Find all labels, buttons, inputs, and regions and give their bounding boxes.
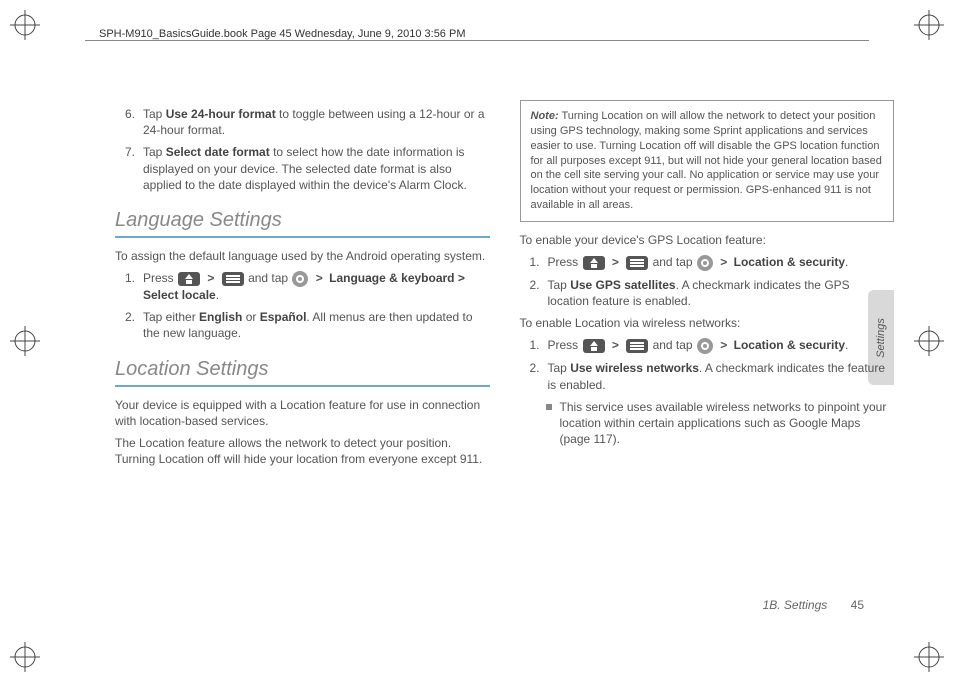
wireless-step-1: 1. Press > and tap > Location & security…	[530, 337, 895, 354]
footer-section: 1B. Settings	[763, 598, 828, 612]
step-number: 1.	[530, 337, 548, 354]
step-number: 2.	[530, 277, 548, 309]
ui-label: Select date format	[166, 145, 270, 159]
crop-mark-icon	[10, 10, 40, 40]
page-header: SPH-M910_BasicsGuide.book Page 45 Wednes…	[95, 28, 470, 40]
step-body: Tap Use 24-hour format to toggle between…	[143, 106, 490, 138]
left-column: 6. Tap Use 24-hour format to toggle betw…	[115, 100, 490, 622]
language-intro: To assign the default language used by t…	[115, 248, 490, 264]
breadcrumb-sep: >	[612, 255, 619, 269]
step-number: 6.	[125, 106, 143, 138]
crop-mark-icon	[10, 326, 40, 356]
home-icon	[178, 272, 200, 286]
text: and tap	[248, 271, 291, 285]
text: Press	[143, 271, 177, 285]
wireless-heading: To enable Location via wireless networks…	[520, 315, 895, 331]
crop-mark-icon	[914, 10, 944, 40]
step-number: 2.	[125, 309, 143, 341]
text: Tap	[143, 145, 166, 159]
step-number: 1.	[125, 270, 143, 303]
gps-heading: To enable your device's GPS Location fea…	[520, 232, 895, 248]
ui-path: Location & security	[734, 338, 845, 352]
text: .	[845, 255, 848, 269]
step-body: Tap Select date format to select how the…	[143, 144, 490, 193]
right-column: Note: Turning Location on will allow the…	[520, 100, 895, 622]
step-body: Tap either English or Español. All menus…	[143, 309, 490, 341]
text: and tap	[653, 255, 696, 269]
settings-icon	[697, 338, 713, 354]
section-heading-location: Location Settings	[115, 356, 490, 383]
menu-icon	[222, 272, 244, 286]
bullet-icon	[546, 404, 552, 410]
step-body: Press > and tap > Language & keyboard > …	[143, 270, 490, 303]
breadcrumb-sep: >	[316, 271, 323, 285]
header-rule	[85, 40, 869, 41]
wireless-step-2: 2. Tap Use wireless networks. A checkmar…	[530, 360, 895, 392]
home-icon	[583, 256, 605, 270]
ui-label: English	[199, 310, 242, 324]
home-icon	[583, 339, 605, 353]
step-body: Tap Use wireless networks. A checkmark i…	[548, 360, 895, 392]
text: and tap	[653, 338, 696, 352]
gps-step-1: 1. Press > and tap > Location & security…	[530, 254, 895, 271]
ui-label: Español	[260, 310, 307, 324]
note-label: Note:	[531, 110, 559, 122]
text: .	[216, 288, 219, 302]
breadcrumb-sep: >	[720, 255, 727, 269]
sub-bullet-text: This service uses available wireless net…	[560, 399, 895, 448]
note-body: Turning Location on will allow the netwo…	[531, 110, 882, 211]
menu-icon	[626, 339, 648, 353]
step-number: 1.	[530, 254, 548, 271]
heading-rule	[115, 385, 490, 387]
page-footer: 1B. Settings 45	[763, 598, 864, 612]
page-body: 6. Tap Use 24-hour format to toggle betw…	[115, 100, 894, 622]
text: .	[845, 338, 848, 352]
text: Tap either	[143, 310, 199, 324]
text: or	[242, 310, 259, 324]
step-6: 6. Tap Use 24-hour format to toggle betw…	[125, 106, 490, 138]
language-step-2: 2. Tap either English or Español. All me…	[125, 309, 490, 341]
settings-icon	[292, 271, 308, 287]
text: Press	[548, 338, 582, 352]
ui-label: Use 24-hour format	[166, 107, 276, 121]
section-heading-language: Language Settings	[115, 207, 490, 234]
breadcrumb-sep: >	[612, 338, 619, 352]
crop-mark-icon	[914, 642, 944, 672]
crop-mark-icon	[10, 642, 40, 672]
step-body: Press > and tap > Location & security.	[548, 337, 895, 354]
settings-icon	[697, 255, 713, 271]
footer-page-number: 45	[851, 598, 864, 612]
crop-mark-icon	[914, 326, 944, 356]
ui-label: Use GPS satellites	[570, 278, 675, 292]
language-step-1: 1. Press > and tap > Language & keyboard…	[125, 270, 490, 303]
location-paragraph: The Location feature allows the network …	[115, 435, 490, 467]
note-box: Note: Turning Location on will allow the…	[520, 100, 895, 222]
location-paragraph: Your device is equipped with a Location …	[115, 397, 490, 429]
text: Tap	[143, 107, 166, 121]
step-7: 7. Tap Select date format to select how …	[125, 144, 490, 193]
breadcrumb-sep: >	[720, 338, 727, 352]
menu-icon	[626, 256, 648, 270]
heading-rule	[115, 236, 490, 238]
gps-step-2: 2. Tap Use GPS satellites. A checkmark i…	[530, 277, 895, 309]
ui-label: Use wireless networks	[570, 361, 699, 375]
step-body: Press > and tap > Location & security.	[548, 254, 895, 271]
text: Tap	[548, 278, 571, 292]
ui-path: Location & security	[734, 255, 845, 269]
breadcrumb-sep: >	[207, 271, 214, 285]
step-body: Tap Use GPS satellites. A checkmark indi…	[548, 277, 895, 309]
wireless-sub-bullet: This service uses available wireless net…	[546, 399, 895, 448]
text: Press	[548, 255, 582, 269]
text: Tap	[548, 361, 571, 375]
step-number: 2.	[530, 360, 548, 392]
step-number: 7.	[125, 144, 143, 193]
